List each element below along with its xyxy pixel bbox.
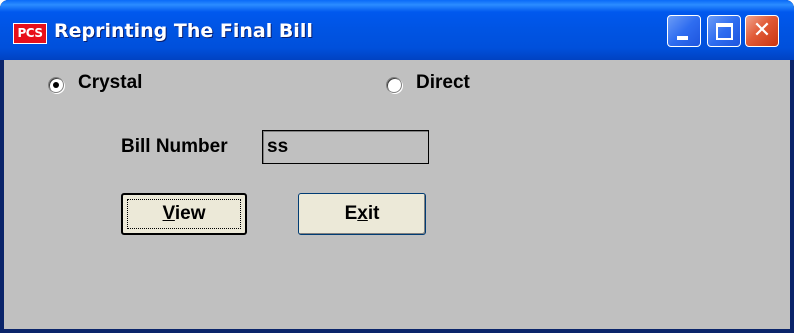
close-icon: ✕: [752, 18, 772, 43]
minimize-button[interactable]: [667, 15, 701, 47]
view-accel-key: V: [162, 203, 175, 224]
pcs-app-icon: PCS: [13, 23, 47, 44]
title-bar[interactable]: PCS Reprinting The Final Bill ✕: [0, 0, 794, 60]
window-title: Reprinting The Final Bill: [54, 20, 313, 42]
exit-label-rest: it: [367, 203, 380, 224]
view-button-focus-rect: View: [127, 199, 241, 229]
view-label-rest: iew: [174, 203, 206, 224]
app-window: PCS Reprinting The Final Bill ✕ Crystal …: [0, 0, 794, 333]
exit-button[interactable]: Exit: [298, 193, 426, 235]
view-button[interactable]: View: [121, 193, 247, 235]
bill-number-label: Bill Number: [121, 136, 228, 157]
maximize-icon: [716, 23, 733, 40]
exit-label-start: E: [344, 203, 358, 224]
close-button[interactable]: ✕: [745, 15, 779, 47]
maximize-button[interactable]: [707, 15, 741, 47]
exit-accel-key: x: [357, 203, 368, 224]
crystal-radio[interactable]: [48, 77, 64, 93]
direct-radio[interactable]: [386, 77, 402, 93]
radio-selected-dot: [53, 82, 59, 88]
crystal-label[interactable]: Crystal: [78, 72, 142, 94]
direct-label[interactable]: Direct: [416, 72, 470, 94]
bill-number-input[interactable]: ss: [262, 130, 429, 164]
minimize-icon: [677, 36, 688, 40]
